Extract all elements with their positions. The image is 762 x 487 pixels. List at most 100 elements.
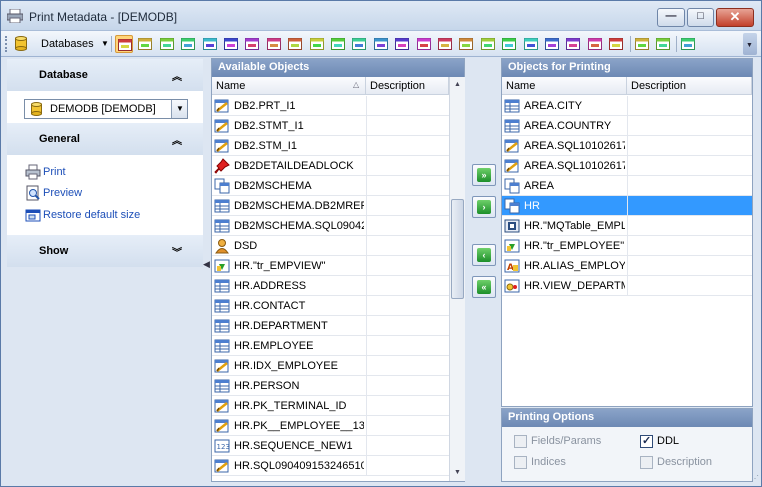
table-icon bbox=[214, 278, 230, 294]
column-header-description[interactable]: Description bbox=[366, 77, 449, 95]
minimize-button[interactable]: — bbox=[657, 8, 685, 27]
toolbar-preview-button[interactable] bbox=[633, 35, 651, 53]
toolbar-aliases-button[interactable] bbox=[286, 35, 304, 53]
close-button[interactable]: ✕ bbox=[716, 8, 754, 27]
list-item[interactable]: HR.SQL0904091532465100 bbox=[212, 456, 449, 476]
toolbar-deadlock-monitor-button[interactable] bbox=[436, 35, 454, 53]
general-section-header[interactable]: General ︽ bbox=[7, 123, 203, 155]
list-item[interactable]: HR."tr_EMPVIEW" bbox=[212, 256, 449, 276]
column-divider bbox=[366, 436, 367, 456]
column-divider bbox=[366, 116, 367, 136]
toolbar-views-button[interactable] bbox=[136, 35, 154, 53]
list-item[interactable]: HR.CONTACT bbox=[212, 296, 449, 316]
list-item[interactable]: HR.EMPLOYEE bbox=[212, 336, 449, 356]
checkbox-box[interactable] bbox=[514, 435, 527, 448]
list-item[interactable]: AREA.SQL10102617 bbox=[502, 136, 752, 156]
remove-selected-button[interactable]: ‹ bbox=[472, 244, 496, 266]
list-item[interactable]: HR.PK__EMPLOYEE__134 bbox=[212, 416, 449, 436]
toolbar-indices-button[interactable] bbox=[222, 35, 240, 53]
scroll-thumb[interactable] bbox=[451, 199, 464, 299]
list-item[interactable]: HR.PERSON bbox=[212, 376, 449, 396]
toolbar-triggers-button[interactable] bbox=[201, 35, 219, 53]
toolbar-servers-button[interactable] bbox=[564, 35, 582, 53]
toolbar-mqt-button[interactable] bbox=[308, 35, 326, 53]
list-item[interactable]: DB2.STMT_I1 bbox=[212, 116, 449, 136]
sidebar: Database ︽ DEMODB [DEMODB] ▼ General ︽ P… bbox=[7, 59, 203, 483]
column-header-name[interactable]: Name bbox=[502, 77, 627, 95]
list-item[interactable]: DB2MSCHEMA.SQL09042 bbox=[212, 216, 449, 236]
list-item[interactable]: HR.DEPARTMENT bbox=[212, 316, 449, 336]
column-divider bbox=[366, 456, 367, 476]
databases-dropdown-button[interactable]: Databases ▼ bbox=[13, 34, 109, 54]
toolbar-restore-window-button[interactable] bbox=[679, 35, 697, 53]
column-divider bbox=[366, 356, 367, 376]
toolbar-overflow-button[interactable]: ▼ bbox=[743, 33, 757, 55]
user-icon bbox=[214, 238, 230, 254]
preview-icon bbox=[26, 185, 40, 201]
list-item[interactable]: HR.VIEW_DEPARTM bbox=[502, 276, 752, 296]
caret-down-icon: ▼ bbox=[101, 39, 109, 48]
toolbar-schemas-button[interactable] bbox=[393, 35, 411, 53]
toolbar-udf-button[interactable] bbox=[179, 35, 197, 53]
database-section-header[interactable]: Database ︽ bbox=[7, 59, 203, 91]
list-item[interactable]: AREA.CITY bbox=[502, 96, 752, 116]
list-item[interactable]: DB2.STM_I1 bbox=[212, 136, 449, 156]
show-section-header[interactable]: Show ︾ bbox=[7, 235, 203, 267]
toolbar-sequences-button[interactable] bbox=[265, 35, 283, 53]
list-item[interactable]: HR.IDX_EMPLOYEE bbox=[212, 356, 449, 376]
toolbar-wrappers-button[interactable] bbox=[543, 35, 561, 53]
column-header-name[interactable]: Name △ bbox=[212, 77, 366, 95]
maximize-button[interactable]: □ bbox=[687, 8, 714, 27]
checkbox-box[interactable] bbox=[514, 456, 527, 469]
list-item[interactable]: DB2.PRT_I1 bbox=[212, 96, 449, 116]
database-select-arrow[interactable]: ▼ bbox=[171, 100, 187, 118]
checkbox-box-checked[interactable] bbox=[640, 434, 653, 448]
list-item[interactable]: DSD bbox=[212, 236, 449, 256]
scroll-down-button[interactable]: ▼ bbox=[450, 465, 465, 481]
column-header-description[interactable]: Description bbox=[627, 77, 752, 95]
list-item[interactable]: DB2DETAILDEADLOCK bbox=[212, 156, 449, 176]
toolbar-users-button[interactable] bbox=[329, 35, 347, 53]
toolbar-udt-button[interactable] bbox=[350, 35, 368, 53]
list-item[interactable]: AREA bbox=[502, 176, 752, 196]
trigger-icon bbox=[504, 238, 520, 254]
toolbar-bufferpools-button[interactable] bbox=[479, 35, 497, 53]
list-item[interactable]: HR.ADDRESS bbox=[212, 276, 449, 296]
remove-all-button[interactable]: « bbox=[472, 276, 496, 298]
sidebar-splitter[interactable]: ◀ bbox=[203, 201, 210, 331]
list-item[interactable]: AREA.SQL10102617 bbox=[502, 156, 752, 176]
toolbar-groups-button[interactable] bbox=[500, 35, 518, 53]
available-objects-scrollbar[interactable]: ▲ ▼ bbox=[449, 77, 465, 481]
checkbox-box[interactable] bbox=[640, 456, 653, 469]
toolbar-printer-button[interactable] bbox=[243, 35, 261, 53]
column-divider bbox=[366, 196, 367, 216]
toolbar-tablespaces-button[interactable] bbox=[457, 35, 475, 53]
arrow-right-icon: › bbox=[477, 200, 491, 214]
list-item[interactable]: HR bbox=[502, 196, 752, 216]
list-item[interactable]: HR.PK_TERMINAL_ID bbox=[212, 396, 449, 416]
resize-grip-icon[interactable]: ⋰ bbox=[751, 474, 761, 484]
list-item[interactable]: AREA.COUNTRY bbox=[502, 116, 752, 136]
list-item[interactable]: HR."tr_EMPLOYEE" bbox=[502, 236, 752, 256]
index-icon bbox=[214, 418, 230, 434]
toolbar-separator bbox=[111, 36, 112, 52]
toolbar-tables-button[interactable] bbox=[115, 35, 133, 53]
database-select[interactable]: DEMODB [DEMODB] ▼ bbox=[24, 99, 188, 119]
list-item[interactable]: A HR.ALIAS_EMPLOY bbox=[502, 256, 752, 276]
toolbar-procedures-button[interactable] bbox=[158, 35, 176, 53]
toolbar-packages-button[interactable] bbox=[415, 35, 433, 53]
list-item[interactable]: 123 HR.SEQUENCE_NEW1 bbox=[212, 436, 449, 456]
list-item[interactable]: DB2MSCHEMA bbox=[212, 176, 449, 196]
add-selected-button[interactable]: › bbox=[472, 196, 496, 218]
list-item[interactable]: DB2MSCHEMA.DB2MREF bbox=[212, 196, 449, 216]
add-all-button[interactable]: » bbox=[472, 164, 496, 186]
list-item[interactable]: HR."MQTable_EMPL bbox=[502, 216, 752, 236]
toolbar-nicknames-button[interactable] bbox=[586, 35, 604, 53]
toolbar-print-button[interactable] bbox=[654, 35, 672, 53]
toolbar-roles-button[interactable] bbox=[607, 35, 625, 53]
toolbar-grip[interactable] bbox=[5, 36, 8, 52]
toolbar-partitions-button[interactable] bbox=[522, 35, 540, 53]
toolbar-modules-button[interactable] bbox=[372, 35, 390, 53]
scroll-up-button[interactable]: ▲ bbox=[450, 77, 465, 93]
chevron-left-icon: ◀ bbox=[203, 259, 210, 269]
